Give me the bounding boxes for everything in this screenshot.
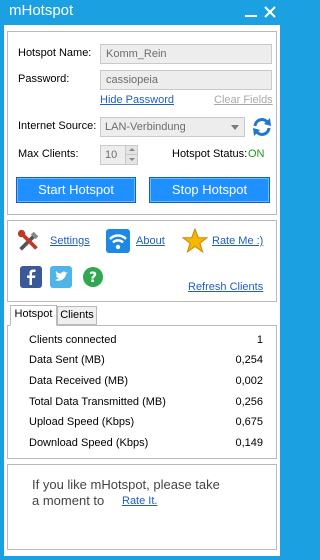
window-title: mHotspot: [9, 2, 74, 19]
chevron-down-icon: [231, 125, 239, 130]
hotspot-status-value: ON: [248, 148, 265, 160]
hotspot-name-field[interactable]: Komm_Rein: [100, 44, 272, 64]
wifi-icon[interactable]: [106, 229, 130, 253]
stat-label: Data Sent (MB): [29, 354, 105, 366]
stat-value: 0,254: [235, 354, 263, 366]
password-label: Password:: [18, 73, 70, 85]
stat-value: 1: [256, 334, 263, 346]
clear-fields-link[interactable]: Clear Fields: [214, 94, 273, 106]
stat-label: Upload Speed (Kbps): [29, 416, 135, 428]
stat-label: Download Speed (Kbps): [29, 437, 149, 449]
refresh-clients-link[interactable]: Refresh Clients: [188, 281, 263, 293]
footer-panel: If you like mHotspot, please take a mome…: [7, 464, 277, 550]
stat-value: 0,002: [235, 375, 263, 387]
rate-me-link[interactable]: Rate Me :): [212, 235, 263, 247]
help-icon[interactable]: ?: [82, 266, 104, 288]
minimize-icon[interactable]: [242, 3, 260, 21]
rate-it-link[interactable]: Rate It.: [122, 495, 157, 507]
password-field[interactable]: cassiopeia: [100, 70, 272, 90]
tools-icon[interactable]: [16, 228, 42, 254]
tab-clients[interactable]: Clients: [57, 306, 97, 325]
max-clients-stepper[interactable]: 10: [100, 145, 138, 165]
links-panel: Settings About Rate Me :) ? Refresh Clie…: [7, 220, 277, 302]
stat-label: Clients connected: [29, 334, 117, 346]
stat-label: Data Received (MB): [29, 375, 129, 387]
twitter-icon[interactable]: [50, 266, 72, 288]
close-icon[interactable]: [261, 3, 279, 21]
refresh-icon[interactable]: [251, 116, 273, 138]
footer-line-1: If you like mHotspot, please take: [32, 477, 220, 492]
stat-label: Total Data Transmitted (MB): [29, 396, 166, 408]
stat-value: 0,675: [235, 416, 263, 428]
hotspot-stats-panel: Clients connected 1 Data Sent (MB) 0,254…: [7, 325, 277, 459]
about-link[interactable]: About: [136, 235, 165, 247]
hide-password-link[interactable]: Hide Password: [100, 94, 174, 106]
hotspot-config-panel: Hotspot Name: Komm_Rein Password: cassio…: [7, 31, 277, 215]
main-window: Hotspot Name: Komm_Rein Password: cassio…: [4, 25, 280, 556]
tab-hotspot[interactable]: Hotspot: [10, 305, 57, 326]
internet-source-dropdown[interactable]: LAN-Verbindung: [100, 117, 245, 137]
stat-value: 0,149: [235, 437, 263, 449]
hotspot-name-label: Hotspot Name:: [18, 47, 92, 59]
settings-link[interactable]: Settings: [50, 235, 90, 247]
spin-up-icon[interactable]: [125, 146, 137, 155]
internet-source-label: Internet Source:: [18, 120, 97, 132]
footer-line-2: a moment to: [32, 493, 105, 508]
title-bar[interactable]: mHotspot: [0, 0, 284, 25]
internet-source-value: LAN-Verbindung: [105, 121, 186, 133]
max-clients-value: 10: [105, 149, 118, 161]
stat-value: 0,256: [235, 396, 263, 408]
star-icon[interactable]: [182, 228, 208, 254]
svg-text:?: ?: [89, 270, 97, 286]
max-clients-label: Max Clients:: [18, 148, 79, 160]
spin-down-icon[interactable]: [125, 155, 137, 164]
stop-hotspot-button[interactable]: Stop Hotspot: [149, 177, 270, 203]
facebook-icon[interactable]: [20, 266, 42, 288]
hotspot-status-label: Hotspot Status:: [172, 148, 248, 160]
start-hotspot-button[interactable]: Start Hotspot: [16, 177, 136, 203]
